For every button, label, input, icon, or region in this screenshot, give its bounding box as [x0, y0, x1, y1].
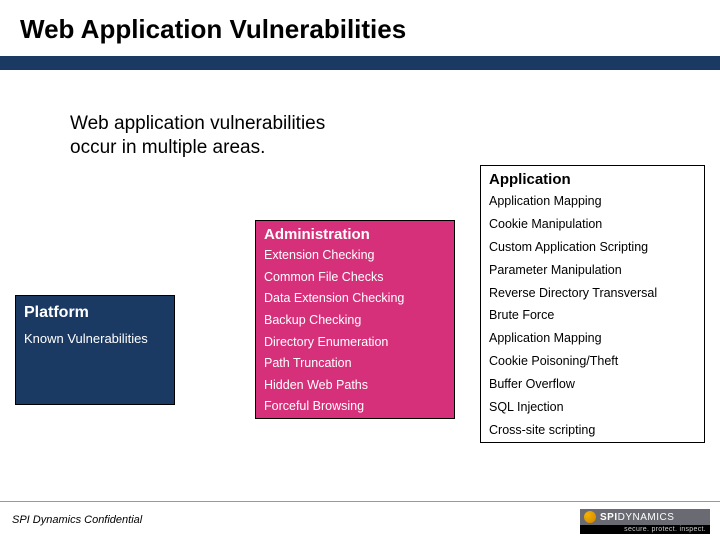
subtitle: Web application vulnerabilities occur in…: [70, 112, 325, 160]
slide: Web Application Vulnerabilities Web appl…: [0, 0, 720, 540]
application-item: Buffer Overflow: [481, 373, 704, 396]
subtitle-line-2: occur in multiple areas.: [70, 137, 265, 158]
logo-brand: SPIDYNAMICS: [600, 512, 674, 523]
platform-box-title: Platform: [16, 296, 174, 328]
administration-box: Administration Extension Checking Common…: [255, 220, 455, 419]
application-item: Custom Application Scripting: [481, 236, 704, 259]
administration-item: Backup Checking: [256, 310, 454, 332]
administration-item: Common File Checks: [256, 267, 454, 289]
confidential-label: SPI Dynamics Confidential: [12, 514, 142, 526]
logo-top-row: SPIDYNAMICS: [580, 509, 710, 525]
administration-item: Hidden Web Paths: [256, 375, 454, 397]
administration-item: Forceful Browsing: [256, 396, 454, 418]
application-item: Reverse Directory Transversal: [481, 282, 704, 305]
application-item: Cookie Poisoning/Theft: [481, 350, 704, 373]
slide-title: Web Application Vulnerabilities: [20, 14, 406, 45]
footer-divider: [0, 501, 720, 502]
application-item: SQL Injection: [481, 396, 704, 419]
spi-dynamics-logo: SPIDYNAMICS secure. protect. inspect.: [580, 509, 710, 534]
logo-tagline: secure. protect. inspect.: [580, 525, 710, 534]
application-box: Application Application Mapping Cookie M…: [480, 165, 705, 443]
subtitle-line-1: Web application vulnerabilities: [70, 113, 325, 134]
globe-icon: [584, 511, 596, 523]
application-item: Application Mapping: [481, 190, 704, 213]
administration-item: Extension Checking: [256, 245, 454, 267]
application-item: Parameter Manipulation: [481, 259, 704, 282]
administration-item: Directory Enumeration: [256, 332, 454, 354]
platform-box: Platform Known Vulnerabilities: [15, 295, 175, 405]
application-box-title: Application: [481, 166, 704, 190]
platform-item: Known Vulnerabilities: [16, 328, 174, 350]
logo-brand-suffix: DYNAMICS: [618, 512, 675, 523]
logo-brand-prefix: SPI: [600, 512, 618, 523]
title-underline-bar: [0, 56, 720, 70]
application-item: Brute Force: [481, 304, 704, 327]
application-item: Application Mapping: [481, 327, 704, 350]
application-item: Cookie Manipulation: [481, 213, 704, 236]
administration-item: Path Truncation: [256, 353, 454, 375]
administration-box-title: Administration: [256, 221, 454, 245]
application-item: Cross-site scripting: [481, 419, 704, 442]
administration-item: Data Extension Checking: [256, 288, 454, 310]
